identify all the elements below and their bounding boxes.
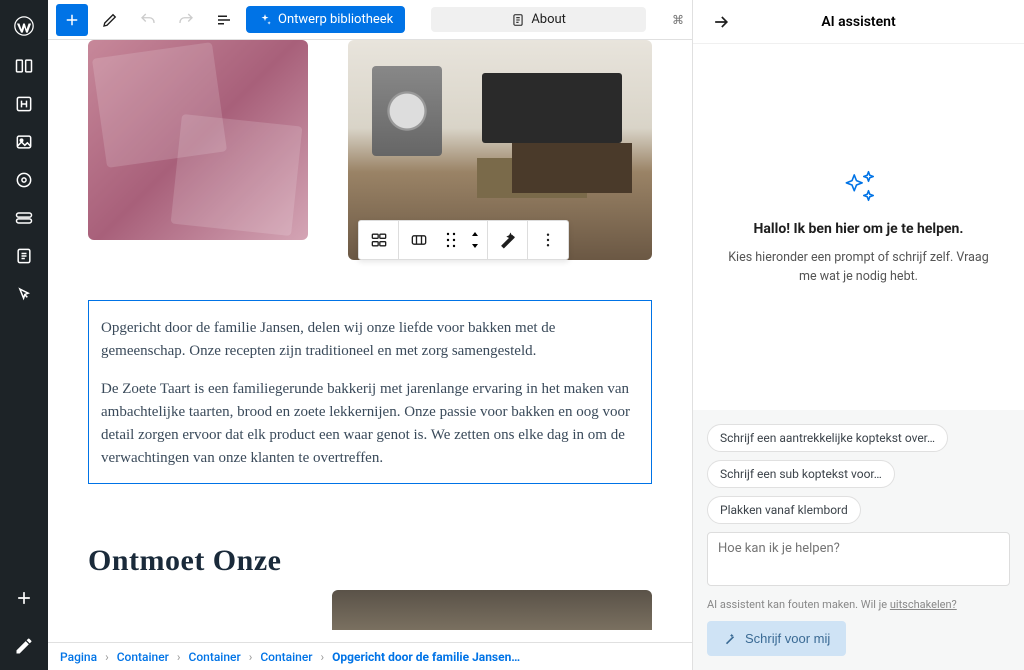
ai-intro-body: Hallo! Ik ben hier om je te helpen. Kies… — [693, 44, 1024, 410]
top-toolbar: Ontwerp bibliotheek About ⌘ — [48, 0, 692, 40]
toggle-icon[interactable] — [6, 200, 42, 236]
breadcrumb-item[interactable]: Pagina — [60, 650, 97, 664]
cursor-icon[interactable] — [6, 276, 42, 312]
ai-write-button-label: Schrijf voor mij — [745, 631, 830, 646]
sparkles-icon — [840, 167, 878, 205]
back-arrow-icon[interactable] — [707, 8, 735, 36]
design-library-button[interactable]: Ontwerp bibliotheek — [246, 6, 405, 33]
breadcrumb-item[interactable]: Container — [260, 650, 312, 664]
keyboard-shortcut-hint: ⌘ — [672, 13, 684, 27]
page-selector-pill[interactable]: About — [431, 7, 646, 32]
image-icon[interactable] — [6, 124, 42, 160]
breadcrumb-item[interactable]: Container — [189, 650, 241, 664]
section-heading[interactable]: Ontmoet Onze — [88, 544, 652, 578]
ai-suggestion-chips: Schrijf een aantrekkelijke koptekst over… — [693, 410, 1024, 532]
breadcrumb-item-current[interactable]: Opgericht door de familie Jansen… — [332, 650, 520, 664]
list-view-icon[interactable] — [208, 4, 240, 36]
ai-write-button[interactable]: Schrijf voor mij — [707, 621, 846, 656]
document-icon[interactable] — [6, 238, 42, 274]
selected-text-block[interactable]: Opgericht door de familie Jansen, delen … — [88, 300, 652, 484]
paragraph-2[interactable]: De Zoete Taart is een familiegerunde bak… — [101, 378, 639, 471]
ai-input-area: AI assistent kan fouten maken. Wil je ui… — [693, 532, 1024, 670]
add-block-button[interactable] — [0, 574, 48, 622]
ai-chip[interactable]: Schrijf een sub koptekst voor… — [707, 460, 895, 488]
ai-headline: Hallo! Ik ben hier om je te helpen. — [754, 221, 964, 237]
wordpress-logo-icon[interactable] — [6, 8, 42, 44]
sparkle-icon — [258, 13, 272, 27]
ai-prompt-input[interactable] — [707, 532, 1010, 586]
design-library-label: Ontwerp bibliotheek — [278, 12, 393, 27]
ai-disclaimer: AI assistent kan fouten maken. Wil je ui… — [707, 598, 1010, 611]
undo-icon[interactable] — [132, 4, 164, 36]
columns-icon[interactable] — [6, 48, 42, 84]
page-selector-label: About — [531, 12, 566, 27]
redo-icon[interactable] — [170, 4, 202, 36]
page-icon — [511, 13, 525, 27]
image-block-below[interactable] — [332, 590, 652, 630]
image-block-left[interactable] — [88, 40, 308, 240]
ai-panel-header: AI assistent — [693, 0, 1024, 44]
ai-disable-link[interactable]: uitschakelen? — [890, 598, 957, 611]
left-icon-rail — [0, 0, 48, 670]
breadcrumb-item[interactable]: Container — [117, 650, 169, 664]
more-options-icon[interactable] — [528, 221, 568, 259]
ai-assistant-panel: AI assistent Hallo! Ik ben hier om je te… — [692, 0, 1024, 670]
block-floating-toolbar — [358, 220, 569, 260]
editor-canvas[interactable]: Opgericht door de familie Jansen, delen … — [48, 40, 692, 642]
ai-subtext: Kies hieronder een prompt of schrijf zel… — [721, 249, 996, 287]
breadcrumb: Pagina › Container › Container › Contain… — [48, 642, 692, 670]
ai-panel-title: AI assistent — [735, 14, 982, 30]
paragraph-1[interactable]: Opgericht door de familie Jansen, delen … — [101, 317, 639, 364]
block-type-icon[interactable] — [359, 221, 399, 259]
move-arrows-icon[interactable] — [463, 221, 487, 259]
wand-icon — [723, 632, 737, 646]
settings-icon[interactable] — [6, 162, 42, 198]
pencil-icon[interactable] — [94, 4, 126, 36]
ai-chip[interactable]: Schrijf een aantrekkelijke koptekst over… — [707, 424, 948, 452]
drag-handle-icon[interactable] — [439, 221, 463, 259]
align-icon[interactable] — [399, 221, 439, 259]
heading-icon[interactable] — [6, 86, 42, 122]
add-block-toolbar-button[interactable] — [56, 4, 88, 36]
ai-chip[interactable]: Plakken vanaf klembord — [707, 496, 861, 524]
edit-pencil-button[interactable] — [0, 622, 48, 670]
magic-wand-icon[interactable] — [488, 221, 528, 259]
